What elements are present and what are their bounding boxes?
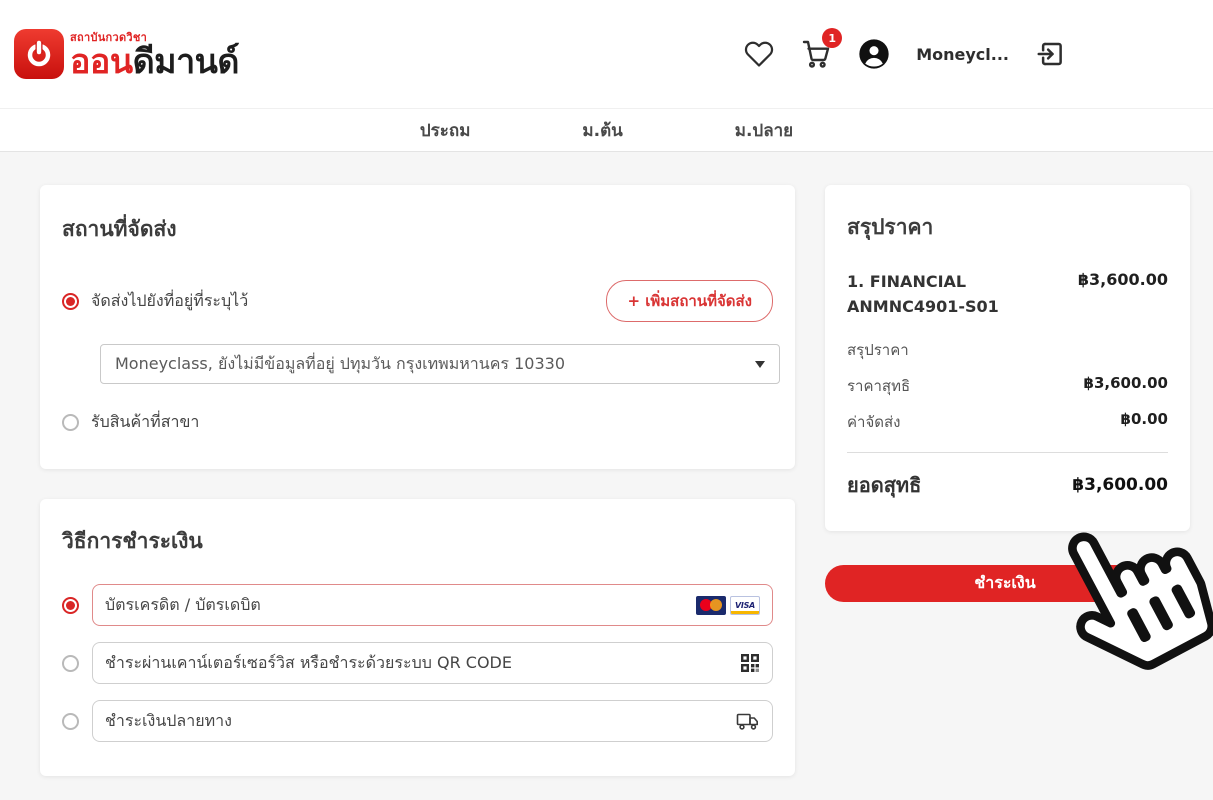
credit-card-option-box[interactable]: บัตรเครดิต / บัตรเดบิต VISA [92, 584, 773, 626]
payment-card: วิธีการชำระเงิน บัตรเครดิต / บัตรเดบิต V… [40, 499, 795, 776]
logo-text: สถาบันกวดวิชา ออนดีมานด์ [70, 32, 239, 79]
delivery-truck-icon [736, 711, 760, 731]
summary-subheading: สรุปราคา [847, 338, 1168, 362]
cash-on-delivery-label: ชำระเงินปลายทาง [105, 709, 232, 734]
logo-brand: ออนดีมานด์ [70, 45, 239, 79]
cart-button[interactable]: 1 [800, 38, 832, 70]
summary-total-row: ยอดสุทธิ ฿3,600.00 [847, 469, 1168, 501]
radio-unselected-icon[interactable] [62, 713, 79, 730]
pay-button[interactable]: ชำระเงิน [825, 565, 1185, 602]
order-summary-card: สรุปราคา 1. FINANCIAL ANMNC4901-S01 ฿3,6… [825, 185, 1190, 531]
nav-item-prathom[interactable]: ประถม [420, 117, 471, 144]
payment-option-cash-on-delivery: ชำระเงินปลายทาง [62, 700, 773, 742]
summary-item-price: ฿3,600.00 [1078, 270, 1168, 320]
cart-count-badge: 1 [822, 28, 842, 48]
logout-button[interactable] [1035, 39, 1065, 69]
summary-item-row: 1. FINANCIAL ANMNC4901-S01 ฿3,600.00 [847, 270, 1168, 320]
nav-item-mplai[interactable]: ม.ปลาย [735, 117, 793, 144]
address-select-value: Moneyclass, ยังไม่มีข้อมูลที่อยู่ ปทุมวั… [115, 352, 565, 377]
nav-item-mton[interactable]: ม.ต้น [582, 117, 622, 144]
card-brand-icons: VISA [696, 596, 760, 615]
pickup-at-branch-label: รับสินค้าที่สาขา [91, 410, 199, 435]
shipping-address-row: จัดส่งไปยังที่อยู่ที่ระบุไว้ + เพิ่มสถาน… [62, 280, 773, 322]
heart-icon [744, 39, 774, 69]
radio-option-deliver-to-address[interactable]: จัดส่งไปยังที่อยู่ที่ระบุไว้ [62, 289, 248, 314]
counter-qr-option-box[interactable]: ชำระผ่านเคาน์เตอร์เซอร์วิส หรือชำระด้วยร… [92, 642, 773, 684]
radio-option-pickup-at-branch[interactable]: รับสินค้าที่สาขา [62, 410, 773, 435]
user-avatar-icon [858, 38, 890, 70]
cash-on-delivery-option-box[interactable]: ชำระเงินปลายทาง [92, 700, 773, 742]
payment-option-counter-qr: ชำระผ่านเคาน์เตอร์เซอร์วิส หรือชำระด้วยร… [62, 642, 773, 684]
checkout-page: สถาบันกวดวิชา ออนดีมานด์ 1 [0, 0, 1213, 800]
qr-code-icon [740, 653, 760, 673]
username-label[interactable]: Moneycl... [916, 45, 1009, 64]
payment-options: บัตรเครดิต / บัตรเดบิต VISA ชำระผ่านเคาน… [62, 584, 773, 742]
summary-net-price-row: ราคาสุทธิ ฿3,600.00 [847, 374, 1168, 398]
header: สถาบันกวดวิชา ออนดีมานด์ 1 [0, 0, 1213, 108]
account-button[interactable] [858, 38, 890, 70]
wishlist-button[interactable] [744, 39, 774, 69]
payment-option-credit-card: บัตรเครดิต / บัตรเดบิต VISA [62, 584, 773, 626]
logout-icon [1035, 39, 1065, 69]
category-nav: ประถม ม.ต้น ม.ปลาย [0, 108, 1213, 152]
shipping-title: สถานที่จัดส่ง [62, 213, 773, 246]
header-actions: 1 Moneycl... [744, 38, 1065, 70]
visa-icon: VISA [730, 596, 760, 615]
radio-selected-icon[interactable] [62, 597, 79, 614]
radio-selected-icon[interactable] [62, 293, 79, 310]
shipping-card: สถานที่จัดส่ง จัดส่งไปยังที่อยู่ที่ระบุไ… [40, 185, 795, 469]
radio-unselected-icon[interactable] [62, 414, 79, 431]
left-column: สถานที่จัดส่ง จัดส่งไปยังที่อยู่ที่ระบุไ… [40, 185, 795, 800]
counter-qr-label: ชำระผ่านเคาน์เตอร์เซอร์วิส หรือชำระด้วยร… [105, 651, 512, 676]
credit-card-label: บัตรเครดิต / บัตรเดบิต [105, 593, 261, 618]
deliver-to-address-label: จัดส่งไปยังที่อยู่ที่ระบุไว้ [91, 289, 248, 314]
mastercard-icon [696, 596, 726, 615]
add-address-button[interactable]: + เพิ่มสถานที่จัดส่ง [606, 280, 773, 322]
right-column: สรุปราคา 1. FINANCIAL ANMNC4901-S01 ฿3,6… [825, 185, 1190, 800]
summary-shipping-fee-row: ค่าจัดส่ง ฿0.00 [847, 410, 1168, 434]
summary-item-name: 1. FINANCIAL ANMNC4901-S01 [847, 270, 999, 320]
summary-divider [847, 452, 1168, 453]
site-logo[interactable]: สถาบันกวดวิชา ออนดีมานด์ [14, 29, 239, 79]
address-select[interactable]: Moneyclass, ยังไม่มีข้อมูลที่อยู่ ปทุมวั… [100, 344, 780, 384]
power-logo-icon [14, 29, 64, 79]
summary-title: สรุปราคา [847, 211, 1168, 244]
payment-title: วิธีการชำระเงิน [62, 525, 773, 558]
main-content: สถานที่จัดส่ง จัดส่งไปยังที่อยู่ที่ระบุไ… [0, 152, 1213, 800]
chevron-down-icon [755, 361, 765, 368]
radio-unselected-icon[interactable] [62, 655, 79, 672]
